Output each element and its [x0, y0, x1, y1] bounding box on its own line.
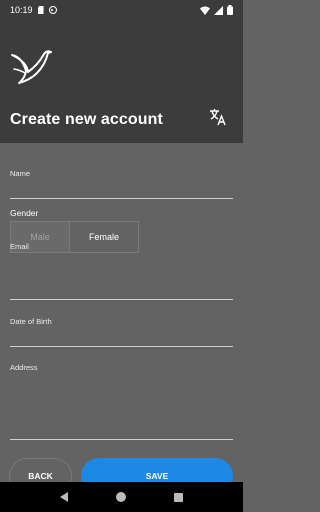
email-label: Email	[10, 242, 29, 251]
nav-home-icon[interactable]	[116, 492, 126, 502]
name-field[interactable]: Name	[10, 169, 233, 199]
battery-icon	[227, 5, 233, 15]
notification-icon	[48, 6, 57, 14]
status-bar: 10:19	[0, 0, 243, 20]
nav-recents-icon[interactable]	[174, 492, 183, 502]
bird-logo-icon	[11, 50, 52, 84]
gender-label: Gender	[10, 208, 39, 218]
date-of-birth-label: Date of Birth	[10, 317, 52, 326]
page-title: Create new account	[10, 111, 163, 128]
translate-icon[interactable]	[208, 107, 228, 127]
name-label: Name	[10, 169, 31, 178]
status-left: 10:19	[10, 5, 57, 15]
address-label: Address	[10, 363, 38, 372]
address-field[interactable]: Address	[10, 363, 233, 440]
navigation-bar	[0, 482, 243, 512]
status-right	[200, 5, 233, 15]
wifi-icon	[200, 6, 210, 15]
date-of-birth-field[interactable]: Date of Birth	[10, 317, 233, 347]
sd-card-icon	[37, 6, 44, 14]
email-field[interactable]: Email	[10, 242, 233, 300]
nav-back-icon[interactable]	[60, 492, 68, 502]
status-time: 10:19	[10, 5, 33, 15]
signal-icon	[214, 5, 223, 15]
